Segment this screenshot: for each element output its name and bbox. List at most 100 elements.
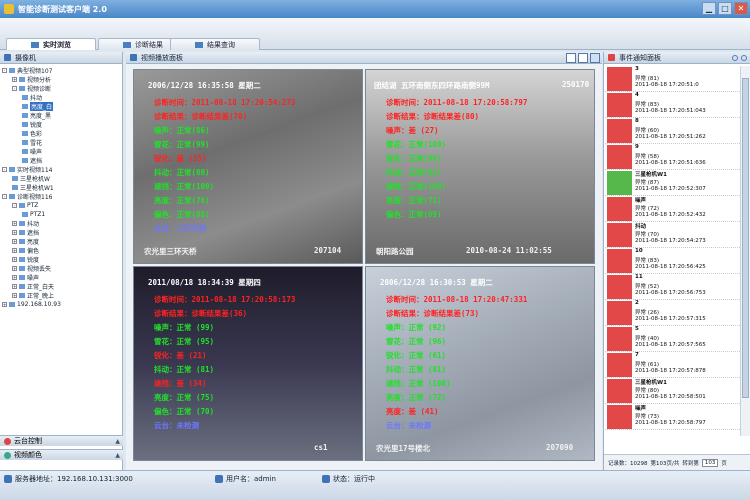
folder-icon xyxy=(9,193,15,199)
tree-node-label: 抖动 xyxy=(27,220,40,228)
event-status: 异常 (87) xyxy=(635,180,660,186)
event-item[interactable]: 8 异常 (60) 2011-08-18 17:20:51:262 xyxy=(605,118,740,144)
event-footer: 记录数：10298 第103页/共 转到第 103 页 xyxy=(604,454,750,470)
tree-node[interactable]: - 视频诊断 xyxy=(12,84,51,93)
page-select[interactable]: 103 xyxy=(701,458,719,467)
video-color-header[interactable]: 视频颜色 ▲ xyxy=(0,449,123,460)
maximize-button[interactable]: □ xyxy=(718,2,732,15)
tree-node[interactable]: + 噪声 xyxy=(12,273,39,282)
tree-node[interactable]: +192.168.10.93 xyxy=(2,300,61,308)
event-item[interactable]: 11 异常 (52) 2011-08-18 17:20:56:753 xyxy=(605,274,740,300)
tree-node[interactable]: - PTZ xyxy=(12,201,38,209)
expand-toggle-icon[interactable]: + xyxy=(12,274,17,280)
tree-node[interactable]: + 视频分析 xyxy=(12,75,51,84)
diagnosis-item: 偏色：正常(69) xyxy=(386,210,442,219)
event-item[interactable]: 三星枪机W1 异常 (87) 2011-08-18 17:20:52:307 xyxy=(605,170,740,196)
expand-toggle-icon[interactable]: + xyxy=(12,238,17,244)
event-time: 2011-08-18 17:20:56:753 xyxy=(635,290,706,296)
tree-node[interactable]: + 锐度 xyxy=(12,255,40,264)
tree-node[interactable]: + 正常_白天 xyxy=(12,282,54,291)
expand-toggle-icon[interactable]: + xyxy=(12,292,17,298)
tree-node[interactable]: 三星枪机W1 xyxy=(12,183,54,192)
event-item[interactable]: 7 异常 (61) 2011-08-18 17:20:57:878 xyxy=(605,352,740,378)
expand-toggle-icon[interactable]: + xyxy=(12,229,17,235)
video-cell[interactable]: 2011/08/18 18:34:39 星期四 诊断时间：2011-08-18 1… xyxy=(133,266,363,461)
minimize-button[interactable]: ▁ xyxy=(702,2,716,15)
diagnosis-item: 锐化：正常(80) xyxy=(386,154,442,163)
tree-node[interactable]: PTZ1 xyxy=(22,210,45,218)
expand-toggle-icon[interactable]: - xyxy=(12,85,17,91)
settings-icon[interactable] xyxy=(741,54,747,61)
diagnosis-item: 抖动：正常(88) xyxy=(154,168,210,177)
camera-panel: 摄像机 - 典型视频107 + 视频分析 - 视频诊断 抖动 亮度_白 亮度_黑 锐度 色彩 雪花 噪声… xyxy=(0,52,123,470)
event-item[interactable]: 4 异常 (83) 2011-08-18 17:20:51:043 xyxy=(605,92,740,118)
expand-toggle-icon[interactable]: + xyxy=(12,220,17,226)
close-button[interactable]: ✕ xyxy=(734,2,748,15)
refresh-icon[interactable] xyxy=(732,54,738,61)
event-source: 11 xyxy=(635,274,643,280)
event-item[interactable]: 噪声 异常 (72) 2011-08-18 17:20:52:432 xyxy=(605,196,740,222)
tree-node[interactable]: + 遮挡 xyxy=(12,228,40,237)
event-item[interactable]: 5 异常 (40) 2011-08-18 17:20:57:565 xyxy=(605,326,740,352)
tree-node[interactable]: 抖动 xyxy=(22,93,43,102)
tree-node[interactable]: 亮度_黑 xyxy=(22,111,51,120)
event-item[interactable]: 9 异常 (58) 2011-08-18 17:20:51:636 xyxy=(605,144,740,170)
event-item[interactable]: 2 异常 (26) 2011-08-18 17:20:57:315 xyxy=(605,300,740,326)
diagnosis-item: 云台：三环天桥 xyxy=(154,224,207,233)
tree-node[interactable]: + 偏色 xyxy=(12,246,39,255)
tree-node[interactable]: 亮度_白 xyxy=(22,101,54,111)
event-scrollbar[interactable] xyxy=(740,66,750,436)
layout-2x2-button[interactable] xyxy=(578,53,588,63)
tab-live-view[interactable]: 实时浏览 xyxy=(6,38,96,50)
tree-node[interactable]: 雪花 xyxy=(22,138,42,147)
expand-toggle-icon[interactable]: + xyxy=(12,283,17,289)
expand-toggle-icon[interactable]: + xyxy=(2,301,7,307)
event-item[interactable]: 抖动 异常 (70) 2011-08-18 17:20:54:273 xyxy=(605,222,740,248)
video-cell[interactable]: 2006/12/28 16:30:53 星期二 诊断时间：2011-08-18 1… xyxy=(365,266,595,461)
expand-toggle-icon[interactable]: - xyxy=(2,166,7,172)
tree-node-label: 锐度 xyxy=(27,256,40,264)
event-item[interactable]: 10 异常 (83) 2011-08-18 17:20:56:425 xyxy=(605,248,740,274)
tree-node[interactable]: + 正常_晚上 xyxy=(12,291,54,300)
video-cell[interactable]: 2006/12/28 16:35:58 星期二 诊断时间：2011-08-18 1… xyxy=(133,69,363,264)
tree-node[interactable]: - 诊断视频116 xyxy=(2,192,52,201)
tree-node[interactable]: 色彩 xyxy=(22,129,42,138)
osd-header: 团结湖 五环南侧东四环路南侧99M xyxy=(374,81,490,90)
expand-toggle-icon[interactable]: - xyxy=(2,193,7,199)
layout-3x3-button[interactable] xyxy=(590,53,600,63)
expand-toggle-icon[interactable]: - xyxy=(12,202,17,208)
tree-node-label: 实时视频114 xyxy=(17,166,53,174)
page-suffix: 页 xyxy=(721,460,727,467)
tree-node-label: 抖动 xyxy=(30,94,43,102)
tab-result-query[interactable]: 结果查询 xyxy=(170,38,260,50)
tree-node[interactable]: - 典型视频107 xyxy=(2,66,52,75)
event-item[interactable]: 噪声 异常 (73) 2011-08-18 17:20:58:797 xyxy=(605,404,740,430)
folder-icon xyxy=(22,112,28,118)
event-item[interactable]: 3 异常 (81) 2011-08-18 17:20:51:0 xyxy=(605,66,740,92)
tree-node[interactable]: 噪声 xyxy=(22,147,42,156)
expand-toggle-icon[interactable]: + xyxy=(12,247,17,253)
expand-toggle-icon[interactable]: - xyxy=(2,67,7,73)
folder-icon xyxy=(19,256,25,262)
video-cell[interactable]: 团结湖 五环南侧东四环路南侧99M 250170 诊断时间：2011-08-18 1… xyxy=(365,69,595,264)
event-source: 3 xyxy=(635,66,639,72)
tree-node[interactable]: + 抖动 xyxy=(12,219,40,228)
diagnosis-item: 偏色：正常 (70) xyxy=(154,407,215,416)
tree-node[interactable]: - 实时视频114 xyxy=(2,165,53,174)
scroll-thumb[interactable] xyxy=(742,78,749,398)
diagnosis-result: 诊断结果：诊断结果差(36) xyxy=(154,309,248,318)
tree-node[interactable]: 遮挡 xyxy=(22,156,42,165)
ptz-control-header[interactable]: 云台控制 ▲ xyxy=(0,435,123,446)
tree-node[interactable]: 锐度 xyxy=(22,120,42,129)
tree-node[interactable]: + 亮度 xyxy=(12,237,39,246)
event-status: 异常 (72) xyxy=(635,206,660,212)
layout-1x1-button[interactable] xyxy=(566,53,576,63)
expand-toggle-icon[interactable]: + xyxy=(12,265,17,271)
tree-node[interactable]: + 视频丢失 xyxy=(12,264,51,273)
expand-toggle-icon[interactable]: + xyxy=(12,76,17,82)
event-item[interactable]: 三星枪机W1 异常 (80) 2011-08-18 17:20:58:501 xyxy=(605,378,740,404)
event-status: 异常 (80) xyxy=(635,388,660,394)
tree-node-label: 遮挡 xyxy=(27,229,40,237)
tree-node[interactable]: 三星枪机W xyxy=(12,174,50,183)
expand-toggle-icon[interactable]: + xyxy=(12,256,17,262)
